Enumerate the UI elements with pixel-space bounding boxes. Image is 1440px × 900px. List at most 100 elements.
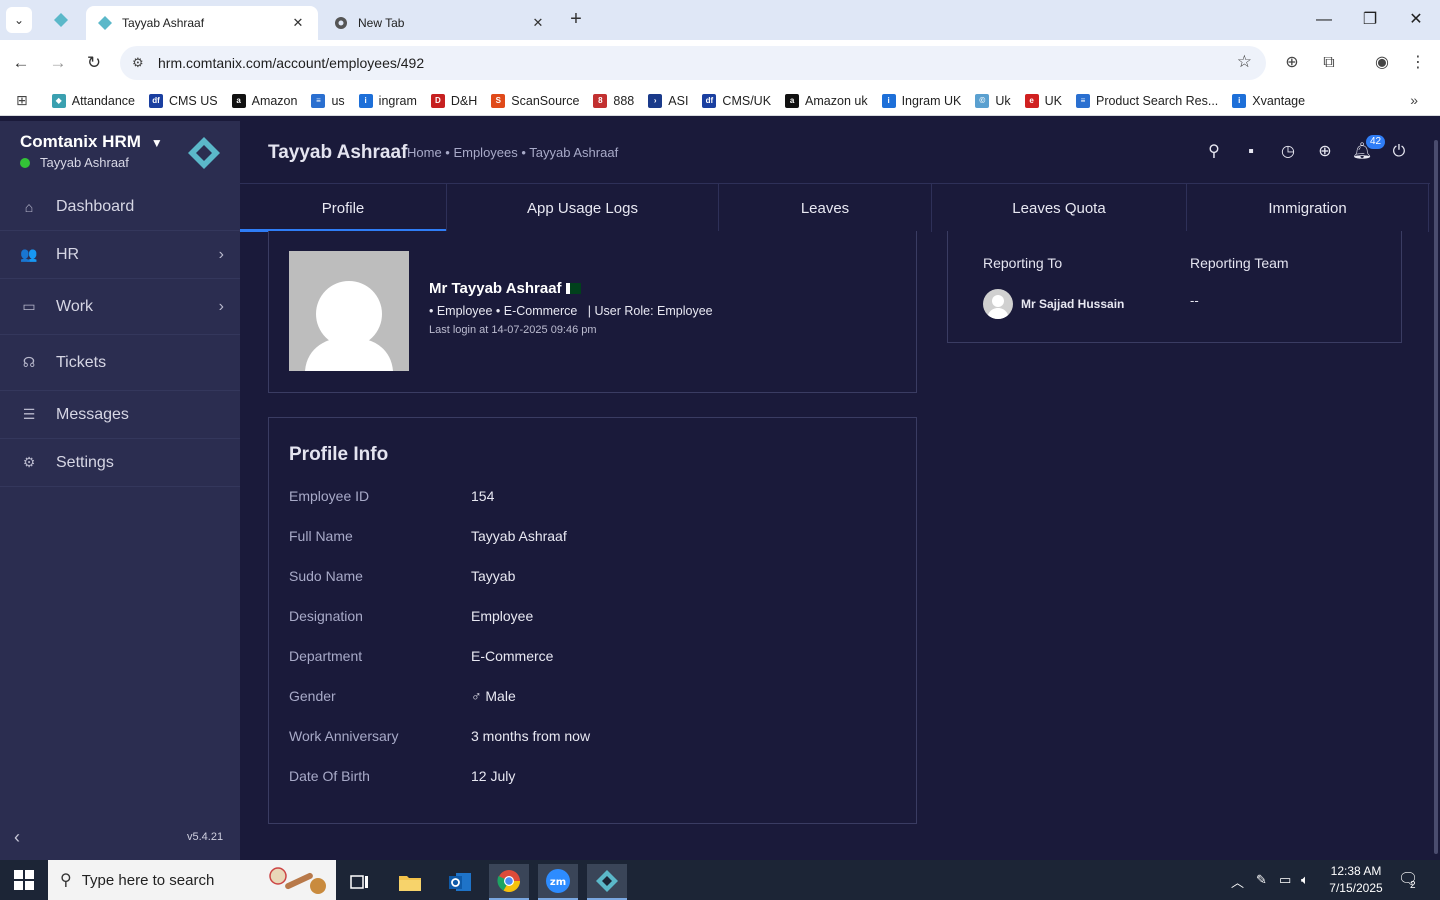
add-circle-icon[interactable]: ⊕ (1314, 141, 1336, 163)
bookmark-xvantage[interactable]: i Xvantage (1232, 93, 1305, 108)
tab-new-tab[interactable]: New Tab ✕ (322, 6, 558, 40)
comtanix-favicon-icon (98, 16, 112, 30)
current-user: Tayyab Ashraaf (20, 155, 129, 170)
bookmark-ingram[interactable]: i ingram (358, 93, 417, 108)
action-center-count: 2 (1410, 880, 1416, 891)
back-icon[interactable]: ← (8, 50, 34, 76)
translate-icon[interactable]: ⊕ (1280, 52, 1304, 76)
users-icon: 👥 (20, 246, 38, 262)
more-bookmarks-icon[interactable]: » (1410, 92, 1418, 108)
chrome-icon[interactable] (489, 864, 529, 900)
sidebar: Comtanix HRM ▼ Tayyab Ashraaf ⌂ Dashboard … (0, 121, 240, 860)
sidebar-item-messages[interactable]: ☰ Messages (0, 391, 240, 439)
user-placeholder-icon (305, 281, 393, 371)
sidebar-item-settings[interactable]: ⚙ Settings (0, 439, 240, 487)
comtanix-app-icon[interactable] (587, 864, 627, 900)
show-hidden-icons-icon[interactable]: ︿ (1231, 872, 1244, 891)
bookmark-star-icon[interactable]: ☆ (1237, 52, 1252, 72)
bookmark-cms-uk[interactable]: df CMS/UK (702, 93, 771, 108)
headset-icon: ☊ (22, 354, 36, 370)
chevron-right-icon: › (218, 297, 224, 315)
close-tab-icon[interactable]: ✕ (530, 15, 546, 31)
sidebar-item-dashboard[interactable]: ⌂ Dashboard (0, 183, 240, 231)
bookmark-cms-us[interactable]: df CMS US (148, 93, 218, 108)
ingram-icon: i (358, 93, 373, 108)
restore-icon[interactable]: ❐ (1350, 6, 1390, 34)
collapse-sidebar-icon[interactable]: ‹ (14, 827, 20, 848)
clock-icon[interactable]: ◷ (1277, 141, 1299, 163)
brand-dropdown[interactable]: Comtanix HRM ▼ (20, 132, 163, 152)
search-highlight-icon (264, 864, 330, 900)
site-info-icon[interactable]: ⚙ (132, 55, 150, 71)
reporting-to-person[interactable]: Mr Sajjad Hussain (983, 289, 1124, 319)
bookmark-uk[interactable]: © Uk (975, 93, 1011, 108)
pen-tray-icon[interactable]: ✎ (1256, 872, 1267, 888)
menu-kebab-icon[interactable]: ⋮ (1406, 52, 1430, 76)
profile-info-card: Profile Info Employee ID 154 Full Name Tay… (268, 417, 917, 824)
reporting-team-value: -- (1190, 293, 1199, 308)
taskbar-search-input[interactable]: ⚲ Type here to search (48, 860, 336, 900)
close-window-icon[interactable]: ✕ (1396, 6, 1436, 34)
bookmark-favicon-icon: df (702, 93, 717, 108)
scrollbar-thumb[interactable] (1434, 140, 1438, 854)
forward-icon[interactable]: → (45, 50, 71, 76)
extensions-icon[interactable]: ⧉ (1317, 52, 1341, 76)
tab-profile[interactable]: Profile (240, 184, 447, 232)
amazon-icon: a (785, 93, 800, 108)
search-icon: ⚲ (60, 872, 72, 889)
minimize-icon[interactable]: — (1304, 6, 1344, 34)
scansource-icon: S (491, 93, 506, 108)
tab-app-usage-logs[interactable]: App Usage Logs (447, 184, 719, 232)
zoom-icon[interactable]: zm (538, 864, 578, 900)
breadcrumb[interactable]: Home • Employees • Tayyab Ashraaf (407, 145, 618, 160)
tab-search-button[interactable]: ⌄ (6, 7, 32, 33)
bookmark-scansource[interactable]: S ScanSource (491, 93, 579, 108)
volume-icon[interactable]: 🔈︎ (1301, 872, 1309, 888)
sidebar-item-work[interactable]: ▭ Work › (0, 279, 240, 335)
address-bar[interactable]: ⚙ hrm.comtanix.com/account/employees/492… (120, 46, 1266, 80)
pinned-tab[interactable] (44, 6, 78, 34)
task-view-icon[interactable] (340, 864, 380, 900)
bookmark-amazon[interactable]: a Amazon (231, 93, 297, 108)
close-tab-icon[interactable]: ✕ (290, 15, 306, 31)
bookmark-us[interactable]: ≡ us (311, 93, 345, 108)
tab-leaves[interactable]: Leaves (719, 184, 932, 232)
file-explorer-icon[interactable] (390, 864, 430, 900)
online-status-icon (20, 157, 30, 168)
windows-start-icon[interactable] (14, 870, 34, 895)
apps-grid-icon[interactable]: ⊞ (16, 92, 28, 109)
avatar (289, 251, 409, 371)
bookmark-amazon-uk[interactable]: a Amazon uk (785, 93, 868, 108)
reporting-team-label: Reporting Team (1190, 255, 1289, 271)
tab-immigration[interactable]: Immigration (1187, 184, 1429, 232)
info-row-designation: Designation Employee (289, 608, 534, 624)
network-icon[interactable]: ▭ (1279, 872, 1291, 888)
bookmark-asi[interactable]: › ASI (648, 93, 688, 108)
bookmark-favicon-icon: df (148, 93, 163, 108)
sidebar-item-hr[interactable]: 👥 HR › (0, 231, 240, 279)
info-row-sudo-name: Sudo Name Tayyab (289, 568, 516, 584)
bookmark-attandance[interactable]: ◆ Attandance (51, 93, 135, 108)
new-tab-button[interactable]: + (564, 8, 588, 32)
notes-icon[interactable]: ▪ (1240, 141, 1262, 163)
bookmark-product-search[interactable]: ≡ Product Search Res... (1075, 93, 1218, 108)
windows-taskbar: ⚲ Type here to search zm ︿ ✎ ▭ 🔈︎ 12:38 … (0, 860, 1440, 900)
search-icon[interactable]: ⚲ (1203, 141, 1225, 163)
info-row-date-of-birth: Date Of Birth 12 July (289, 768, 516, 784)
power-icon[interactable]: ⏻ (1388, 141, 1410, 163)
bookmark-favicon-icon: 8 (593, 93, 608, 108)
bookmark-ingram-uk[interactable]: i Ingram UK (881, 93, 961, 108)
info-row-work-anniversary: Work Anniversary 3 months from now (289, 728, 591, 744)
system-clock[interactable]: 12:38 AM 7/15/2025 (1326, 863, 1386, 897)
page-title: Tayyab Ashraaf (268, 142, 408, 163)
outlook-icon[interactable] (440, 864, 480, 900)
ingram-icon: i (881, 93, 896, 108)
profile-icon[interactable]: ◉ (1370, 52, 1394, 76)
sidebar-item-tickets[interactable]: ☊ Tickets (0, 335, 240, 391)
reload-icon[interactable]: ↻ (81, 50, 107, 76)
bookmark-uk-2[interactable]: e UK (1024, 93, 1062, 108)
tab-leaves-quota[interactable]: Leaves Quota (932, 184, 1187, 232)
tab-tayyab-ashraaf[interactable]: Tayyab Ashraaf ✕ (86, 6, 318, 40)
bookmark-dh[interactable]: D D&H (430, 93, 477, 108)
bookmark-888[interactable]: 8 888 (593, 93, 634, 108)
